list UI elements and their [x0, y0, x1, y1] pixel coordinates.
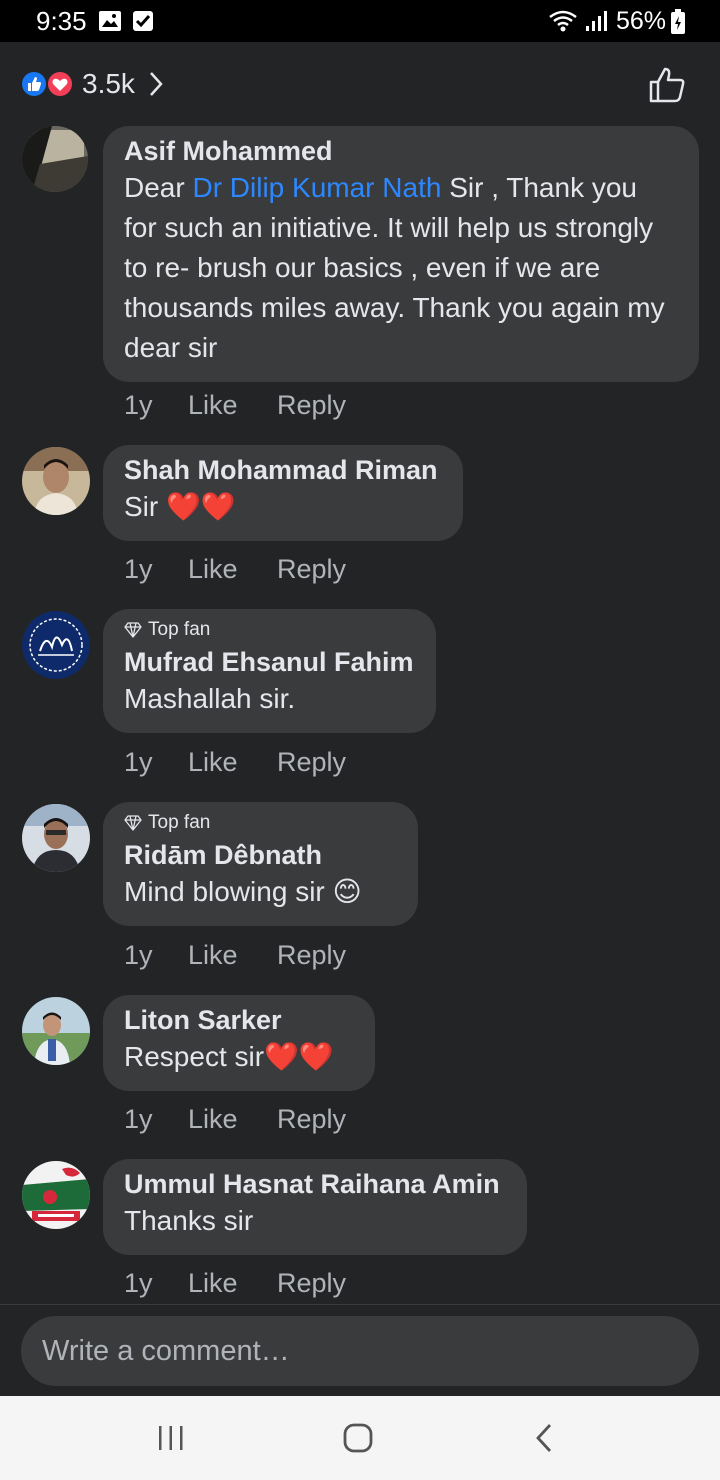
- reaction-count: 3.5k: [82, 68, 135, 99]
- comment-text: Mind blowing sir 😊: [124, 876, 362, 907]
- diamond-icon: [124, 815, 142, 831]
- back-button[interactable]: [515, 1418, 575, 1458]
- badge-label: Top fan: [148, 812, 211, 833]
- comment-text: Respect sir❤️❤️: [124, 1041, 334, 1072]
- back-icon: [536, 1424, 552, 1452]
- top-fan-badge: Top fan: [124, 617, 414, 643]
- chevron-right-icon: [150, 72, 163, 96]
- comment-composer-bar: [0, 1304, 720, 1396]
- like-button[interactable]: Like: [188, 1268, 277, 1299]
- image-icon: [99, 11, 121, 31]
- home-icon: [343, 1423, 373, 1453]
- thumbs-up-icon[interactable]: [648, 66, 686, 104]
- comment-bubble: Ummul Hasnat Raihana Amin Thanks sir: [103, 1159, 527, 1255]
- home-button[interactable]: [328, 1418, 388, 1458]
- comment-author[interactable]: Asif Mohammed: [124, 134, 677, 168]
- comment-bubble: Top fan Ridām Dêbnath Mind blowing sir 😊: [103, 802, 418, 926]
- comment-text: Thanks sir: [124, 1205, 254, 1236]
- reply-button[interactable]: Reply: [277, 1104, 346, 1135]
- comment-actions: 1y Like Reply: [124, 1104, 346, 1135]
- status-bar: 9:35 56%: [0, 0, 720, 42]
- reply-button[interactable]: Reply: [277, 554, 346, 585]
- recent-apps-button[interactable]: [141, 1418, 201, 1458]
- comment-time: 1y: [124, 554, 153, 584]
- comment-text-start: Dear: [124, 172, 193, 203]
- comment-text: Dear Dr Dilip Kumar Nath Sir , Thank you…: [124, 168, 677, 368]
- comment-actions: 1y Like Reply: [124, 390, 346, 421]
- mention-link[interactable]: Dr Dilip Kumar Nath: [192, 172, 441, 203]
- like-reaction-icon: [20, 70, 48, 98]
- avatar[interactable]: [22, 1161, 90, 1229]
- avatar[interactable]: [22, 997, 90, 1065]
- comment-actions: 1y Like Reply: [124, 747, 346, 778]
- reply-button[interactable]: Reply: [277, 747, 346, 778]
- checkbox-icon: [133, 11, 153, 31]
- avatar[interactable]: [22, 126, 88, 192]
- like-button[interactable]: Like: [188, 747, 277, 778]
- comment-time: 1y: [124, 1104, 153, 1134]
- comment-time: 1y: [124, 390, 153, 420]
- avatar[interactable]: [22, 447, 90, 515]
- like-button[interactable]: Like: [188, 390, 277, 421]
- reply-button[interactable]: Reply: [277, 940, 346, 971]
- comment-text: Mashallah sir.: [124, 683, 296, 714]
- battery-percent: 56%: [616, 7, 667, 35]
- like-button[interactable]: Like: [188, 1104, 277, 1135]
- diamond-icon: [124, 622, 142, 638]
- battery-icon: [671, 9, 685, 34]
- love-reaction-icon: [46, 70, 74, 98]
- comment-bubble: Shah Mohammad Riman Sir ❤️❤️: [103, 445, 463, 541]
- system-nav-bar: [0, 1396, 720, 1480]
- badge-label: Top fan: [148, 619, 211, 640]
- reply-button[interactable]: Reply: [277, 1268, 346, 1299]
- comment-actions: 1y Like Reply: [124, 1268, 346, 1299]
- comment-author[interactable]: Ridām Dêbnath: [124, 838, 396, 872]
- comment-time: 1y: [124, 940, 153, 970]
- comment-time: 1y: [124, 747, 153, 777]
- signal-icon: [586, 11, 607, 31]
- avatar[interactable]: [22, 611, 90, 679]
- top-fan-badge: Top fan: [124, 810, 396, 836]
- comment-actions: 1y Like Reply: [124, 940, 346, 971]
- comment-author[interactable]: Mufrad Ehsanul Fahim: [124, 645, 414, 679]
- like-button[interactable]: Like: [188, 940, 277, 971]
- comment-author[interactable]: Shah Mohammad Riman: [124, 453, 441, 487]
- like-button[interactable]: Like: [188, 554, 277, 585]
- comments-list: Asif Mohammed Dear Dr Dilip Kumar Nath S…: [0, 122, 720, 1304]
- comment-time: 1y: [124, 1268, 153, 1298]
- reply-button[interactable]: Reply: [277, 390, 346, 421]
- status-time: 9:35: [36, 6, 87, 36]
- comment-input[interactable]: [21, 1316, 699, 1386]
- reactions-header: 3.5k: [0, 42, 720, 122]
- comment-actions: 1y Like Reply: [124, 554, 346, 585]
- comment-bubble: Top fan Mufrad Ehsanul Fahim Mashallah s…: [103, 609, 436, 733]
- comment-text: Sir ❤️❤️: [124, 491, 236, 522]
- comment-author[interactable]: Ummul Hasnat Raihana Amin: [124, 1167, 505, 1201]
- comment-bubble: Asif Mohammed Dear Dr Dilip Kumar Nath S…: [103, 126, 699, 382]
- avatar[interactable]: [22, 804, 90, 872]
- comment-author[interactable]: Liton Sarker: [124, 1003, 353, 1037]
- recent-apps-icon: [159, 1426, 183, 1450]
- comment-bubble: Liton Sarker Respect sir❤️❤️: [103, 995, 375, 1091]
- wifi-icon: [549, 10, 577, 32]
